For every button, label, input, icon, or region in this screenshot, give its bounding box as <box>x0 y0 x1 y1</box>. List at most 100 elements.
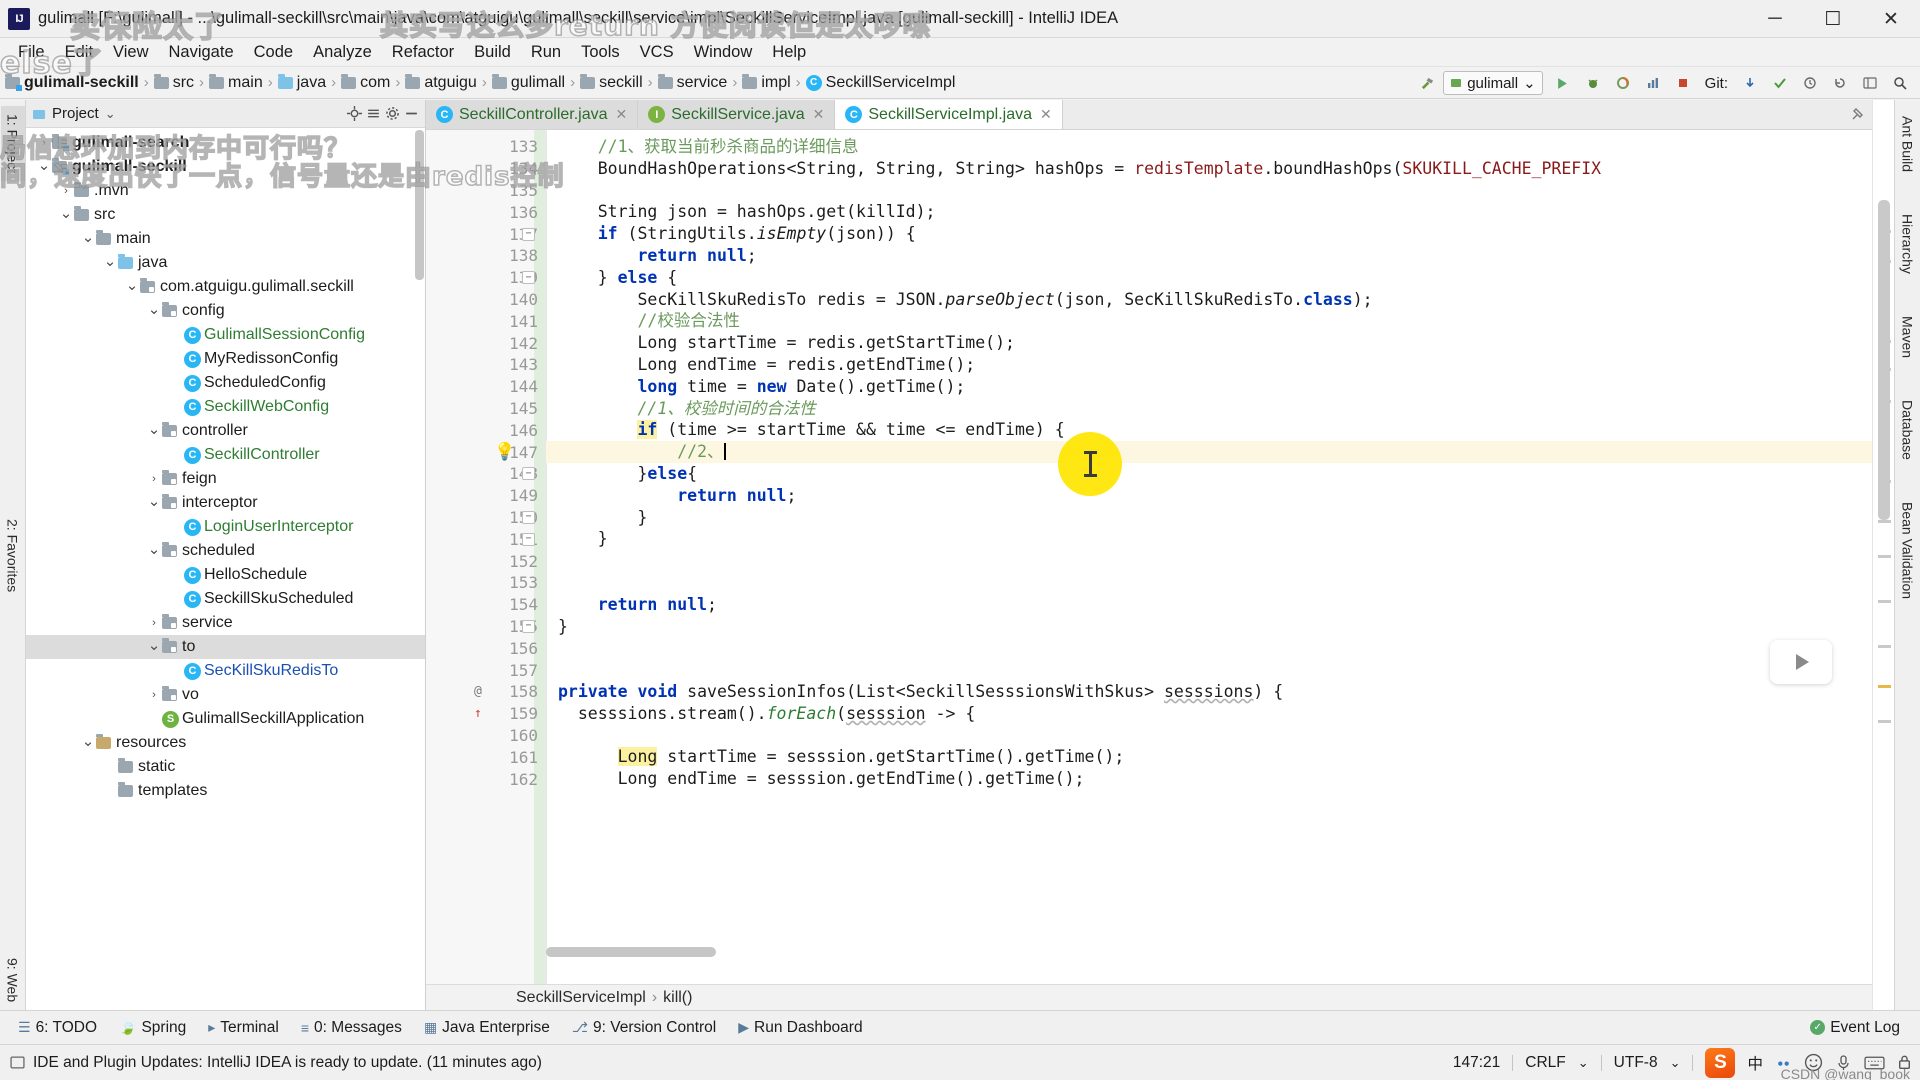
chevron-down-icon[interactable]: ⌄ <box>80 228 96 246</box>
code-line[interactable]: }else{ <box>546 463 1872 485</box>
project-tree[interactable]: › gulimall-search ⌄ gulimall-seckill › .mvn ⌄ s… <box>26 128 425 1010</box>
sidebar-item-favorites[interactable]: 2: Favorites <box>1 511 25 600</box>
tree-node-gulimallseckillapplication[interactable]: S GulimallSeckillApplication <box>26 707 425 731</box>
menu-item-tools[interactable]: Tools <box>571 40 630 65</box>
code-line[interactable]: Long startTime = sesssion.getStartTime()… <box>546 746 1872 768</box>
code-line[interactable]: Long endTime = sesssion.getEndTime().get… <box>546 768 1872 790</box>
sidebar-item-web[interactable]: 9: Web <box>5 958 21 1002</box>
tree-node-to[interactable]: ⌄ to <box>26 635 425 659</box>
tree-node-loginuserinterceptor[interactable]: C LoginUserInterceptor <box>26 515 425 539</box>
code-line[interactable]: BoundHashOperations<String, String, Stri… <box>546 158 1872 180</box>
breadcrumb-item-src[interactable]: src <box>151 73 197 92</box>
project-structure-icon[interactable] <box>1856 70 1884 96</box>
tree-node-java[interactable]: ⌄ java <box>26 251 425 275</box>
vcs-commit-icon[interactable] <box>1766 70 1794 96</box>
code-line[interactable] <box>546 725 1872 747</box>
tree-node-main[interactable]: ⌄ main <box>26 227 425 251</box>
tool-window-6-todo[interactable]: ☰ 6: TODO <box>8 1016 107 1040</box>
tool-window-spring[interactable]: 🍃 Spring <box>109 1016 196 1040</box>
code-line[interactable]: } <box>546 616 1872 638</box>
breadcrumb-item-atguigu[interactable]: atguigu <box>402 73 480 92</box>
chevron-down-icon[interactable]: ⌄ <box>146 492 162 510</box>
menu-item-window[interactable]: Window <box>684 40 763 65</box>
right-tool-tab-bean-validation[interactable]: Bean Validation <box>1896 494 1920 607</box>
tree-node-helloschedule[interactable]: C HelloSchedule <box>26 563 425 587</box>
code-editor[interactable]: 133134135136137−138139−14014114214314414… <box>426 130 1872 984</box>
tree-node-resources[interactable]: ⌄ resources <box>26 731 425 755</box>
profile-button[interactable] <box>1639 70 1667 96</box>
code-line[interactable] <box>546 659 1872 681</box>
tool-window-terminal[interactable]: ▸ Terminal <box>198 1016 289 1040</box>
chevron-right-icon[interactable]: › <box>146 473 162 485</box>
notification-icon[interactable] <box>10 1055 25 1070</box>
close-icon[interactable]: ✕ <box>1040 106 1052 123</box>
horizontal-scrollbar-thumb[interactable] <box>546 947 716 957</box>
pin-icon[interactable] <box>1850 107 1866 123</box>
menu-item-refactor[interactable]: Refactor <box>382 40 464 65</box>
right-tool-tab-maven[interactable]: Maven <box>1896 308 1920 366</box>
menu-item-navigate[interactable]: Navigate <box>159 40 244 65</box>
tree-node-feign[interactable]: › feign <box>26 467 425 491</box>
breadcrumb-item-main[interactable]: main <box>206 73 266 92</box>
file-encoding[interactable]: UTF-8 <box>1614 1054 1658 1072</box>
stop-button[interactable] <box>1669 70 1697 96</box>
caret-position[interactable]: 147:21 <box>1453 1054 1500 1072</box>
chevron-down-icon[interactable]: ⌄ <box>58 204 74 222</box>
tree-node-myredissonconfig[interactable]: C MyRedissonConfig <box>26 347 425 371</box>
tree-node--mvn[interactable]: › .mvn <box>26 179 425 203</box>
editor-tab-seckillcontroller[interactable]: C SeckillController.java ✕ <box>426 100 639 129</box>
code-line[interactable]: //2、 <box>546 441 1872 463</box>
minimize-button[interactable]: ─ <box>1746 0 1804 38</box>
tree-node-gulimall-search[interactable]: › gulimall-search <box>26 131 425 155</box>
run-button[interactable] <box>1549 70 1577 96</box>
breadcrumb-item-impl[interactable]: impl <box>739 73 793 92</box>
tree-node-seckillcontroller[interactable]: C SeckillController <box>26 443 425 467</box>
code-line[interactable]: String json = hashOps.get(killId); <box>546 201 1872 223</box>
code-line[interactable]: if (time >= startTime && time <= endTime… <box>546 419 1872 441</box>
editor-tab-seckillserviceimpl[interactable]: C SeckillServiceImpl.java ✕ <box>835 100 1063 129</box>
menu-item-vcs[interactable]: VCS <box>630 40 684 65</box>
editor-breadcrumb-item[interactable]: SeckillServiceImpl <box>516 989 646 1007</box>
menu-item-run[interactable]: Run <box>521 40 571 65</box>
maximize-button[interactable]: ☐ <box>1804 0 1862 38</box>
code-line[interactable]: SecKillSkuRedisTo redis = JSON.parseObje… <box>546 289 1872 311</box>
tree-node-interceptor[interactable]: ⌄ interceptor <box>26 491 425 515</box>
code-line[interactable]: private void saveSessionInfos(List<Secki… <box>546 681 1872 703</box>
code-line[interactable]: } <box>546 507 1872 529</box>
chevron-right-icon[interactable]: › <box>36 137 52 149</box>
project-tree-scrollbar[interactable] <box>415 130 424 280</box>
vcs-history-icon[interactable] <box>1796 70 1824 96</box>
breadcrumb-item-seckillserviceimpl[interactable]: C SeckillServiceImpl <box>803 74 959 92</box>
tree-node-service[interactable]: › service <box>26 611 425 635</box>
run-with-coverage-button[interactable] <box>1609 70 1637 96</box>
chevron-right-icon[interactable]: › <box>146 689 162 701</box>
tool-window-0-messages[interactable]: ≡ 0: Messages <box>291 1016 412 1040</box>
tree-node-scheduled[interactable]: ⌄ scheduled <box>26 539 425 563</box>
error-stripe-column[interactable] <box>1872 100 1894 1010</box>
code-line[interactable]: sesssions.stream().forEach(sesssion -> { <box>546 703 1872 725</box>
code-line[interactable]: return null; <box>546 594 1872 616</box>
tree-node-vo[interactable]: › vo <box>26 683 425 707</box>
tree-node-controller[interactable]: ⌄ controller <box>26 419 425 443</box>
chevron-down-icon[interactable]: ⌄ <box>124 276 140 294</box>
run-configuration-selector[interactable]: gulimall ⌄ <box>1443 71 1543 95</box>
code-line[interactable] <box>546 180 1872 202</box>
event-log-button[interactable]: ✓ Event Log <box>1800 1016 1910 1040</box>
code-line[interactable] <box>546 572 1872 594</box>
breadcrumb-item-com[interactable]: com <box>338 73 393 92</box>
code-line[interactable] <box>546 637 1872 659</box>
hide-panel-icon[interactable] <box>404 106 419 121</box>
chevron-down-icon[interactable]: ⌄ <box>146 420 162 438</box>
search-everywhere-icon[interactable] <box>1886 70 1914 96</box>
line-separator[interactable]: CRLF <box>1525 1054 1565 1072</box>
code-line[interactable]: return null; <box>546 245 1872 267</box>
intention-bulb-icon[interactable]: 💡 <box>494 442 515 462</box>
locate-icon[interactable] <box>347 106 362 121</box>
chevron-down-icon[interactable]: ⌄ <box>146 540 162 558</box>
breadcrumb-item-gulimall-seckill[interactable]: gulimall-seckill <box>2 73 142 92</box>
tool-window-run-dashboard[interactable]: ▶ Run Dashboard <box>728 1016 872 1040</box>
tool-window-java-enterprise[interactable]: ▦ Java Enterprise <box>414 1016 560 1040</box>
tree-node-scheduledconfig[interactable]: C ScheduledConfig <box>26 371 425 395</box>
status-message[interactable]: IDE and Plugin Updates: IntelliJ IDEA is… <box>33 1054 542 1072</box>
chevron-right-icon[interactable]: › <box>146 617 162 629</box>
